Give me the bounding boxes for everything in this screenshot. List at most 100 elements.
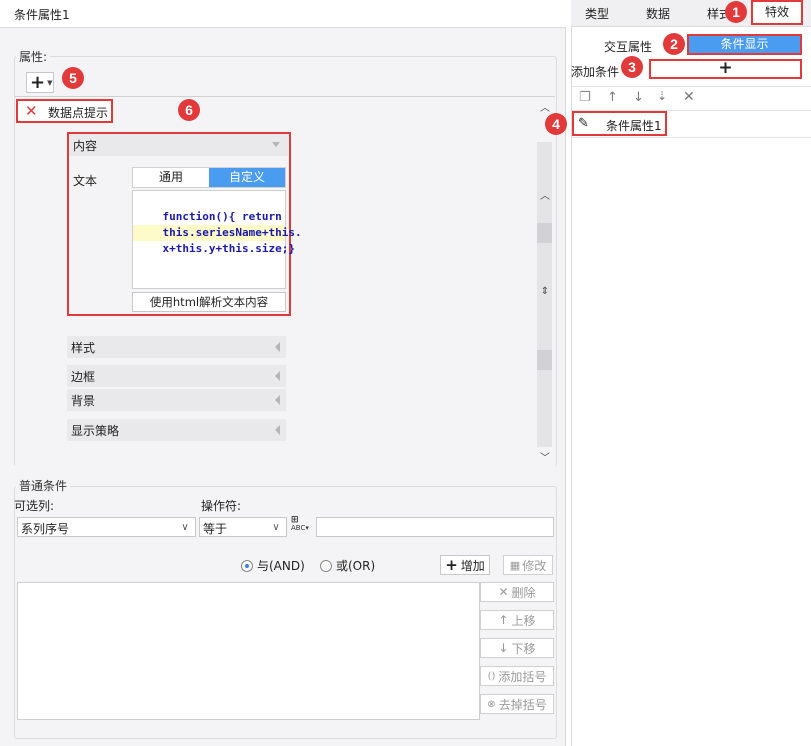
chevron-down-icon: [272, 142, 280, 147]
tab-general[interactable]: 通用: [133, 168, 209, 187]
chevron-down-icon: ∨: [181, 521, 189, 533]
column-select[interactable]: 系列序号 ∨: [17, 517, 196, 537]
annotation-badge-6: 6: [178, 99, 200, 121]
condition-list[interactable]: [17, 582, 480, 720]
operator-select[interactable]: 等于 ∨: [199, 517, 287, 537]
add-condition-entry-label: 增加: [460, 558, 485, 573]
close-icon[interactable]: ✕: [25, 104, 38, 119]
section-border[interactable]: 边框: [67, 365, 286, 387]
list-separator: [571, 137, 811, 138]
arrow-up-icon[interactable]: ↑: [607, 90, 618, 105]
scroll-up-icon[interactable]: ︿: [538, 187, 552, 202]
collapse-icon[interactable]: ⇕: [538, 284, 552, 298]
section-style-label: 样式: [71, 341, 96, 355]
add-bracket-label: 添加括号: [498, 669, 547, 684]
move-to-bottom-icon[interactable]: ⇣: [657, 89, 667, 103]
code-editor[interactable]: function(){ return this.seriesName+this.…: [132, 190, 302, 289]
dialog-title: 条件属性1: [0, 0, 566, 28]
radio-and-indicator[interactable]: [241, 559, 253, 572]
list-item-label: 条件属性1: [606, 119, 662, 133]
annotation-badge-1: 1: [725, 1, 747, 23]
section-background[interactable]: 背景: [67, 389, 286, 411]
section-display-strategy-label: 显示策略: [71, 424, 120, 438]
interaction-property-label: 交互属性: [604, 40, 653, 54]
tab-custom[interactable]: 自定义: [209, 168, 285, 187]
chevron-down-icon: ∨: [272, 521, 280, 533]
edit-icon: ▦: [509, 558, 521, 572]
arrow-down-icon[interactable]: ↓: [633, 90, 644, 105]
chevron-left-icon: [275, 425, 280, 435]
scrollbar-thumb[interactable]: [537, 223, 552, 243]
tab-effects[interactable]: 特效: [751, 0, 803, 25]
section-border-label: 边框: [71, 370, 96, 384]
annotation-badge-5: 5: [62, 67, 84, 89]
copy-icon[interactable]: ❐: [579, 90, 591, 105]
pencil-icon: ✎: [578, 116, 589, 131]
list-toolbar: ❐ ↑ ↓ ⇣ ✕: [571, 86, 811, 110]
close-icon: ✕: [498, 585, 509, 599]
delete-button[interactable]: ✕ 删除: [480, 582, 554, 602]
plus-icon: +: [445, 556, 458, 574]
scroll-up-icon[interactable]: ︿: [538, 99, 552, 114]
add-condition-entry-button[interactable]: + 增加: [440, 555, 490, 575]
condition-list-panel: [571, 110, 811, 746]
close-icon[interactable]: ✕: [683, 89, 695, 105]
conditional-display-button[interactable]: 条件显示: [687, 34, 802, 55]
chevron-down-icon: ▼: [47, 78, 53, 87]
radio-or-indicator[interactable]: [320, 559, 332, 572]
attribute-scrollbar[interactable]: ︿ ︿ ⇕ ﹀: [536, 97, 554, 466]
column-select-value: 系列序号: [21, 522, 70, 536]
value-type-icon[interactable]: ⊞ ABC▾: [291, 516, 313, 538]
radio-or[interactable]: 或(OR): [320, 557, 375, 574]
column-label: 可选列:: [14, 499, 55, 513]
operator-select-value: 等于: [203, 522, 228, 536]
plus-icon: +: [718, 58, 733, 78]
radio-and[interactable]: 与(AND): [241, 557, 305, 574]
remove-bracket-label: 去掉括号: [498, 697, 547, 712]
annotation-badge-3: 3: [621, 56, 643, 78]
add-attribute-button[interactable]: + ▼: [26, 72, 54, 93]
radio-and-label: 与(AND): [257, 559, 305, 573]
modify-button[interactable]: ▦ 修改: [503, 555, 553, 575]
tab-data[interactable]: 数据: [646, 5, 670, 22]
tab-style[interactable]: 样式: [707, 5, 727, 22]
data-tooltip-label: 数据点提示: [48, 106, 109, 120]
code-text: x+this.y+this.size;}: [162, 242, 295, 255]
code-text: this.seriesName+this.: [162, 226, 302, 239]
content-section-header[interactable]: 内容: [69, 134, 288, 156]
content-section-title: 内容: [73, 139, 98, 153]
bracket-icon: (): [487, 670, 496, 682]
text-label: 文本: [73, 174, 98, 188]
section-style[interactable]: 样式: [67, 336, 286, 358]
arrow-up-icon: ↑: [498, 613, 509, 627]
list-item[interactable]: ✎ 条件属性1: [572, 111, 667, 136]
plus-icon: +: [30, 71, 46, 93]
scrollbar-thumb[interactable]: [537, 350, 552, 370]
remove-bracket-icon: ⊗: [487, 698, 496, 710]
move-down-button[interactable]: ↓ 下移: [480, 638, 554, 658]
annotation-badge-4: 4: [545, 113, 567, 135]
scroll-down-icon[interactable]: ﹀: [538, 449, 552, 464]
condition-group-label: 普通条件: [16, 477, 71, 494]
text-mode-tabs: 通用 自定义: [132, 167, 286, 188]
operator-label: 操作符:: [201, 499, 242, 513]
tab-effects-label: 特效: [764, 5, 789, 19]
remove-bracket-button[interactable]: ⊗ 去掉括号: [480, 694, 554, 714]
tab-type[interactable]: 类型: [585, 5, 609, 22]
move-up-label: 上移: [511, 613, 536, 628]
section-display-strategy[interactable]: 显示策略: [67, 419, 286, 441]
add-bracket-button[interactable]: () 添加括号: [480, 666, 554, 686]
code-line-1: function(){ return: [133, 193, 285, 223]
data-tooltip-item[interactable]: ✕ 数据点提示: [16, 99, 113, 123]
chevron-left-icon: [275, 342, 280, 352]
attributes-group-label: 属性:: [16, 48, 51, 65]
chevron-left-icon: [275, 395, 280, 405]
modify-label: 修改: [522, 558, 547, 573]
delete-label: 删除: [511, 585, 536, 600]
condition-value-input[interactable]: [316, 517, 554, 537]
add-condition-button[interactable]: +: [649, 59, 802, 79]
radio-or-label: 或(OR): [336, 559, 376, 573]
move-up-button[interactable]: ↑ 上移: [480, 610, 554, 630]
use-html-parse-button[interactable]: 使用html解析文本内容: [132, 292, 286, 312]
conditional-display-label: 条件显示: [720, 37, 769, 51]
